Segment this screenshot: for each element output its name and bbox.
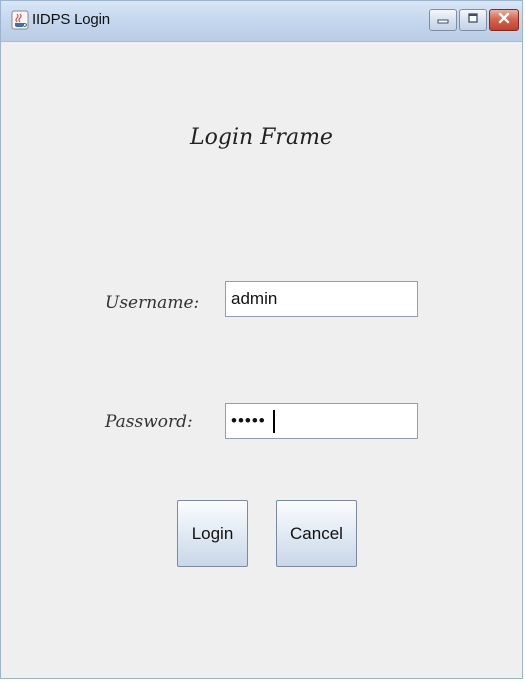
maximize-button[interactable] (459, 9, 487, 31)
username-label: Username: (105, 293, 200, 313)
login-panel: Login Frame Username: Password: Login Ca… (1, 42, 522, 678)
maximize-icon (467, 11, 479, 29)
window-title: IIDPS Login (32, 11, 110, 28)
minimize-icon (437, 11, 449, 29)
java-cup-icon (11, 10, 29, 30)
password-label: Password: (105, 412, 193, 432)
close-icon (497, 11, 511, 29)
login-window: IIDPS Login Login Frame Username: admin … (0, 0, 523, 679)
minimize-button[interactable] (429, 9, 457, 31)
password-field[interactable] (225, 403, 418, 439)
text-caret (273, 410, 275, 433)
title-bar[interactable]: IIDPS Login (1, 1, 522, 42)
login-button[interactable]: Login (177, 500, 248, 567)
page-title: Login Frame (190, 125, 333, 150)
username-field[interactable] (225, 281, 418, 317)
close-button[interactable] (489, 9, 519, 31)
cancel-button[interactable]: Cancel (276, 500, 357, 567)
